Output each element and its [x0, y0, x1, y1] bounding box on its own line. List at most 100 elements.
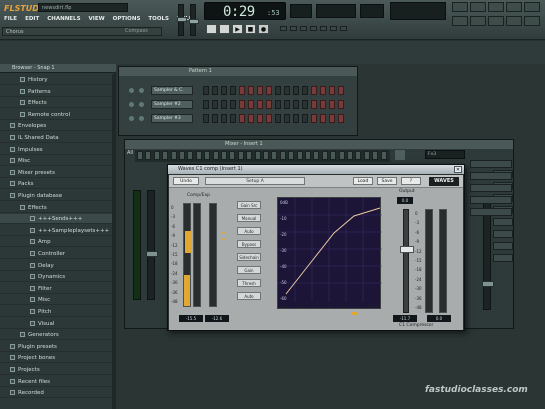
browser-icon[interactable]: [506, 2, 522, 12]
channel-mute-led[interactable]: [129, 88, 134, 93]
record-button[interactable]: ●: [258, 24, 269, 34]
load-button[interactable]: Load: [353, 177, 373, 185]
browser-item[interactable]: Delay: [0, 261, 112, 271]
menu-edit[interactable]: EDIT: [23, 15, 41, 25]
stop-button[interactable]: ■: [245, 24, 256, 34]
menu-channels[interactable]: CHANNELS: [45, 15, 82, 25]
step-button[interactable]: [275, 100, 281, 109]
browser-header[interactable]: Browser - Snap 1: [0, 64, 116, 73]
mixer-side-field[interactable]: [470, 172, 512, 180]
mixer-insert-slot[interactable]: [229, 151, 236, 160]
browser-item[interactable]: Patterns: [0, 87, 112, 97]
transfer-curve-graph[interactable]: 0dB -10 -20 -30 -40 -50 -60 -60 -50 -40 -30 -20 -10 0…: [277, 197, 382, 309]
slider-knob[interactable]: [177, 17, 187, 22]
step-button[interactable]: [329, 100, 335, 109]
mixer-side-field[interactable]: [470, 208, 512, 216]
browser-item[interactable]: Envelopes: [0, 121, 112, 132]
step-button[interactable]: [266, 114, 272, 123]
send-slot-8[interactable]: [493, 254, 513, 262]
step-button[interactable]: [248, 100, 254, 109]
step-button[interactable]: [266, 86, 272, 95]
browser-item[interactable]: Projects: [0, 365, 112, 375]
menu-view[interactable]: VIEW: [87, 15, 107, 25]
fader-knob[interactable]: [400, 246, 414, 253]
mixer-insert-slot[interactable]: [313, 151, 320, 160]
mixer-insert-slot[interactable]: [162, 151, 169, 160]
browser-item[interactable]: Packs: [0, 179, 112, 190]
browser-item[interactable]: Dynamics: [0, 272, 112, 283]
browser-item[interactable]: Controller: [0, 249, 112, 259]
step-button[interactable]: [230, 100, 236, 109]
step-button[interactable]: [212, 100, 218, 109]
fader-knob[interactable]: [482, 281, 494, 287]
step-button[interactable]: [302, 86, 308, 95]
mixer-fx-button[interactable]: [395, 150, 405, 160]
threshold-handle[interactable]: [221, 232, 226, 240]
channel-name-button[interactable]: Sampler & C.: [151, 86, 193, 95]
plugin-side-button[interactable]: Manual: [237, 214, 261, 222]
mixer-insert-slot[interactable]: [338, 151, 345, 160]
browser-item[interactable]: Misc: [0, 156, 112, 167]
browser-item[interactable]: Filter: [0, 284, 112, 294]
step-button[interactable]: [320, 114, 326, 123]
step-button[interactable]: [275, 114, 281, 123]
loop-led[interactable]: [330, 26, 337, 31]
mixer-send-field[interactable]: Fx3: [425, 150, 465, 159]
step-button[interactable]: [311, 114, 317, 123]
step-button[interactable]: [284, 100, 290, 109]
undo-button[interactable]: Undo: [173, 177, 199, 185]
browser-item[interactable]: IL Shared Data: [0, 133, 112, 143]
step-button[interactable]: [284, 114, 290, 123]
step-button[interactable]: [275, 86, 281, 95]
plugin-side-button[interactable]: Thresh: [237, 279, 261, 287]
browser-item[interactable]: +++Sends+++: [0, 214, 112, 225]
mixer-insert-slot[interactable]: [246, 151, 253, 160]
browser-item[interactable]: +++Sampleplaysets+++: [0, 226, 112, 236]
browser-item[interactable]: Remote control: [0, 110, 112, 120]
mixer-insert-slot[interactable]: [179, 151, 185, 160]
midi-icon[interactable]: [470, 16, 486, 26]
mixer-insert-slot[interactable]: [279, 151, 286, 160]
mixer-insert-slot[interactable]: [347, 151, 353, 160]
menu-file[interactable]: FILE: [2, 15, 19, 25]
song-title-field[interactable]: newsdirt.flp: [38, 3, 128, 12]
threshold-marker[interactable]: [185, 231, 191, 253]
step-button[interactable]: [311, 86, 317, 95]
mixer-insert-slot[interactable]: [195, 151, 202, 160]
master-fader[interactable]: [146, 190, 158, 300]
step-button[interactable]: [266, 100, 272, 109]
help-button[interactable]: ?: [401, 177, 421, 185]
browser-item[interactable]: Plugin database: [0, 191, 112, 201]
tempo-led[interactable]: [280, 26, 287, 31]
plugin-titlebar[interactable]: Waves C1 comp (Insert 1) ✕: [168, 165, 464, 174]
knee-marker[interactable]: [352, 312, 358, 315]
browser-item[interactable]: Effects: [0, 203, 112, 213]
mixer-insert-slot[interactable]: [263, 151, 269, 160]
mixer-insert-slot[interactable]: [363, 151, 370, 160]
step-button[interactable]: [221, 114, 227, 123]
step-button[interactable]: [203, 86, 209, 95]
mixer-insert-slot[interactable]: [355, 151, 362, 160]
step-button[interactable]: [293, 114, 299, 123]
browser-item[interactable]: Amp: [0, 237, 112, 248]
step-button[interactable]: [311, 100, 317, 109]
master-volume-slider[interactable]: [177, 4, 187, 36]
settings-icon[interactable]: [488, 16, 504, 26]
mixer-icon[interactable]: [524, 2, 540, 12]
browser-item[interactable]: Project bones: [0, 353, 112, 364]
browser-item[interactable]: History: [0, 75, 112, 85]
countdown-led[interactable]: [310, 26, 317, 31]
step-button[interactable]: [203, 100, 209, 109]
master-pitch-slider[interactable]: [189, 4, 199, 36]
step-button[interactable]: [248, 86, 254, 95]
mixer-insert-slot[interactable]: [145, 151, 152, 160]
mixer-insert-slot[interactable]: [237, 151, 244, 160]
browser-item[interactable]: Mixer presets: [0, 168, 112, 178]
browser-item[interactable]: Generators: [0, 330, 112, 341]
step-button[interactable]: [338, 86, 344, 95]
play-button[interactable]: ▶: [232, 24, 243, 34]
mixer-insert-slot[interactable]: [204, 151, 211, 160]
plugin-side-button[interactable]: Gain Src: [237, 201, 261, 209]
overdub-led[interactable]: [320, 26, 327, 31]
browser-item[interactable]: Plugin presets: [0, 342, 112, 352]
